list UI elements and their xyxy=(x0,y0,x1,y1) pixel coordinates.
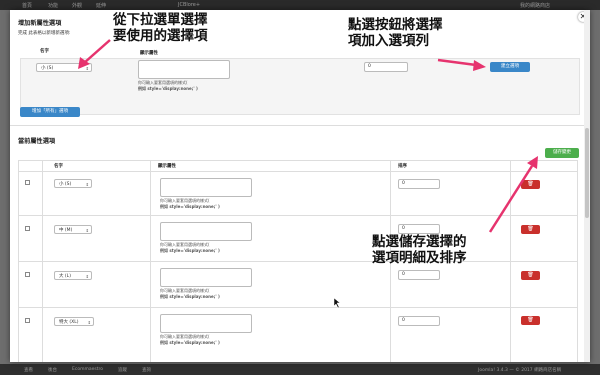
annotation-arrows xyxy=(78,39,538,309)
mouse-cursor-icon xyxy=(333,297,341,309)
arrow-to-save-button xyxy=(488,156,538,233)
arrow-to-dropdown xyxy=(78,39,111,69)
arrow-to-create-button xyxy=(437,58,486,71)
